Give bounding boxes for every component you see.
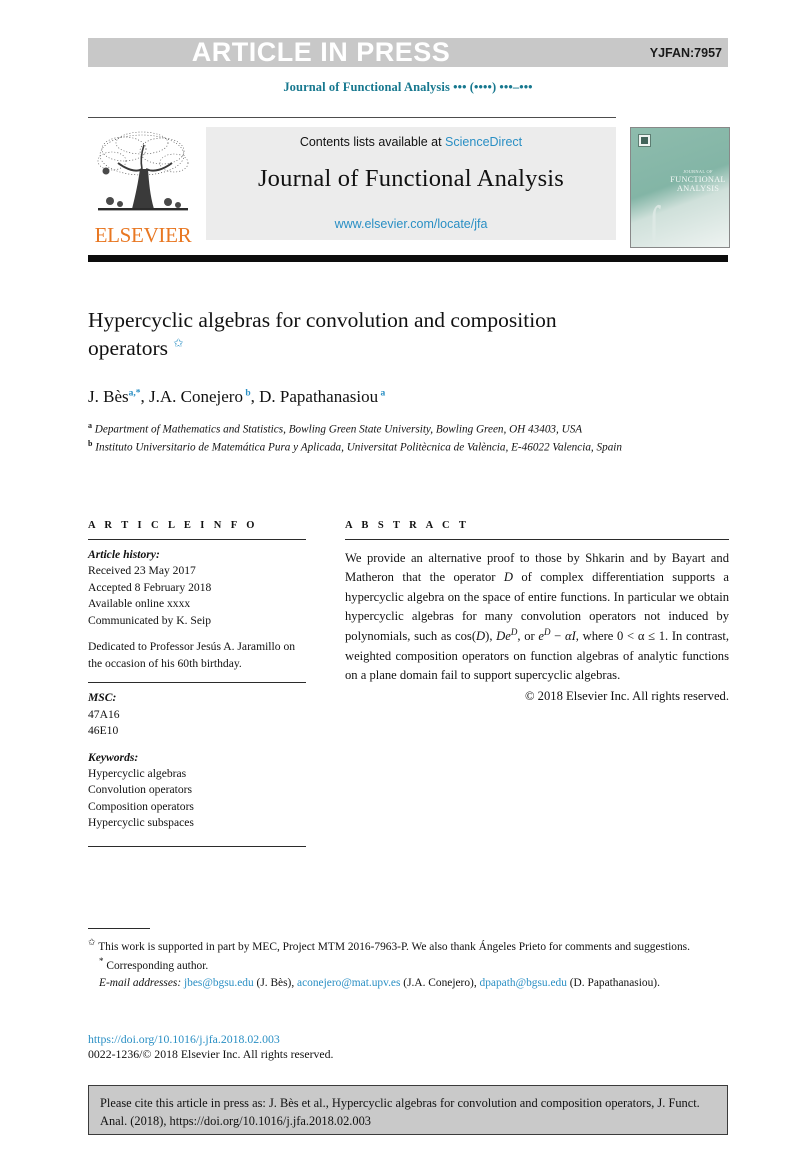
email-owner: (D. Papathanasiou): [569, 976, 658, 989]
journal-name: Journal of Functional Analysis: [257, 165, 565, 192]
article-history-label: Article history:: [88, 548, 160, 561]
email-addresses-label: E-mail addresses:: [99, 976, 182, 989]
abstract-seg-3: ),: [485, 629, 497, 644]
paper-title-text: Hypercyclic algebras for convolution and…: [88, 308, 557, 361]
keyword-item: Hypercyclic algebras: [88, 766, 187, 780]
cover-publisher-mark-icon: [638, 134, 651, 147]
footnote-funding-text: This work is supported in part by MEC, P…: [98, 940, 690, 953]
affiliation-marker: a: [88, 421, 92, 430]
msc-label: MSC:: [88, 691, 117, 705]
cover-title: JOURNAL OF FUNCTIONAL ANALYSIS: [669, 169, 727, 193]
footnote-emails: E-mail addresses: jbes@bgsu.edu (J. Bès)…: [99, 976, 660, 989]
keyword-item: Composition operators: [88, 799, 194, 813]
author-list: J. Bèsa,*, J.A. Conejero b, D. Papathana…: [88, 387, 386, 406]
masthead-bottom-rule: [88, 255, 728, 262]
keyword-item: Hypercyclic subspaces: [88, 816, 194, 830]
doi-link[interactable]: https://doi.org/10.1016/j.jfa.2018.02.00…: [88, 1032, 280, 1047]
cite-this-article-box: Please cite this article in press as: J.…: [88, 1085, 728, 1135]
msc-block: MSC: 47A16 46E10 Keywords: Hypercyclic a…: [88, 690, 306, 832]
affiliation-item: b Instituto Universitario de Matemática …: [88, 438, 628, 456]
footnote-corresponding-text: Corresponding author.: [106, 960, 209, 973]
cover-title-line-3: ANALYSIS: [676, 183, 720, 193]
abstract-operator-d: D: [503, 570, 513, 585]
msc-item: 47A16: [88, 707, 120, 721]
article-history-item: Available online xxxx: [88, 597, 191, 611]
masthead-top-rule: [88, 117, 616, 118]
dedication-text: Dedicated to Professor Jesús A. Jaramill…: [88, 640, 296, 670]
affiliation-text: Instituto Universitario de Matemática Pu…: [95, 441, 622, 454]
article-history-item: Received 23 May 2017: [88, 564, 196, 578]
abstract-expr-ded-base: De: [496, 629, 511, 644]
contents-available-line: Contents lists available at ScienceDirec…: [206, 135, 616, 149]
footnote-funding-marker: ✩: [88, 937, 96, 947]
email-owner: (J.A. Conejero): [403, 976, 474, 989]
sciencedirect-box: Contents lists available at ScienceDirec…: [206, 127, 616, 240]
article-code-label: YJFAN:7957: [649, 46, 722, 60]
page-title: Hypercyclic algebras for convolution and…: [88, 306, 608, 363]
footnote-corresponding: * Corresponding author.: [88, 955, 732, 974]
abstract-seg-5: −: [550, 629, 565, 644]
abstract-rule-top: [345, 539, 729, 540]
email-link[interactable]: dpapath@bgsu.edu: [480, 977, 567, 989]
email-link[interactable]: jbes@bgsu.edu: [184, 977, 254, 989]
footnote-corresponding-marker: *: [99, 956, 104, 967]
keywords-label: Keywords:: [88, 750, 139, 764]
article-history-item: Accepted 8 February 2018: [88, 580, 212, 594]
abstract-seg-4: , or: [517, 629, 539, 644]
abstract-alpha-i: αI: [564, 629, 576, 644]
title-footnote-marker[interactable]: ✩: [173, 336, 183, 350]
journal-homepage-link[interactable]: www.elsevier.com/locate/jfa: [206, 217, 616, 231]
author-affiliation-marker: a: [378, 388, 386, 399]
affiliation-list: a Department of Mathematics and Statisti…: [88, 420, 628, 456]
article-info-rule-msc: [88, 682, 306, 684]
article-in-press-banner: ARTICLE IN PRESS YJFAN:7957: [88, 38, 728, 67]
article-history-item: Communicated by K. Seip: [88, 613, 212, 627]
abstract-cos-arg: D: [476, 629, 486, 644]
elsevier-wordmark: ELSEVIER: [94, 223, 192, 247]
abstract-text: We provide an alternative proof to those…: [345, 549, 729, 685]
cite-this-article-text: Please cite this article in press as: J.…: [100, 1096, 700, 1128]
abstract-column: A B S T R A C T We provide an alternativ…: [345, 520, 729, 704]
article-info-column: A R T I C L E I N F O Article history: R…: [88, 520, 306, 832]
footnote-block: ✩ This work is supported in part by MEC,…: [88, 936, 732, 992]
article-info-heading: A R T I C L E I N F O: [88, 520, 258, 531]
cover-swirl-decoration: ∫: [649, 197, 660, 248]
paper-first-page: ARTICLE IN PRESS YJFAN:7957 Journal of F…: [0, 0, 808, 1162]
journal-cover-thumbnail: JOURNAL OF FUNCTIONAL ANALYSIS ∫: [630, 127, 730, 248]
affiliation-item: a Department of Mathematics and Statisti…: [88, 420, 628, 438]
footnote-separator-rule: [88, 928, 150, 929]
abstract-heading: A B S T R A C T: [345, 520, 470, 531]
sciencedirect-link[interactable]: ScienceDirect: [445, 135, 522, 149]
article-info-rule-top: [88, 539, 306, 540]
affiliation-marker: b: [88, 438, 93, 448]
elsevier-tree-icon: [97, 131, 189, 211]
article-in-press-label: ARTICLE IN PRESS: [191, 37, 451, 67]
email-owner: (J. Bès): [256, 976, 292, 989]
affiliation-text: Department of Mathematics and Statistics…: [94, 423, 583, 436]
article-info-rule-bottom: [88, 846, 306, 847]
author-affiliation-marker: a,*: [128, 388, 141, 399]
issn-copyright-line: 0022-1236/© 2018 Elsevier Inc. All right…: [88, 1047, 334, 1061]
article-history-block: Article history: Received 23 May 2017 Ac…: [88, 547, 306, 672]
msc-item: 46E10: [88, 724, 119, 738]
footnote-funding: ✩ This work is supported in part by MEC,…: [88, 936, 732, 955]
keyword-item: Convolution operators: [88, 783, 193, 797]
contents-prefix: Contents lists available at: [299, 135, 446, 149]
cover-title-line-2: FUNCTIONAL: [670, 174, 726, 184]
running-head: Journal of Functional Analysis ••• (••••…: [283, 80, 533, 94]
email-link[interactable]: aconejero@mat.upv.es: [297, 977, 400, 989]
author-affiliation-marker: b: [242, 388, 251, 399]
elsevier-logo: ELSEVIER: [88, 127, 198, 248]
abstract-copyright: © 2018 Elsevier Inc. All rights reserved…: [524, 689, 729, 704]
